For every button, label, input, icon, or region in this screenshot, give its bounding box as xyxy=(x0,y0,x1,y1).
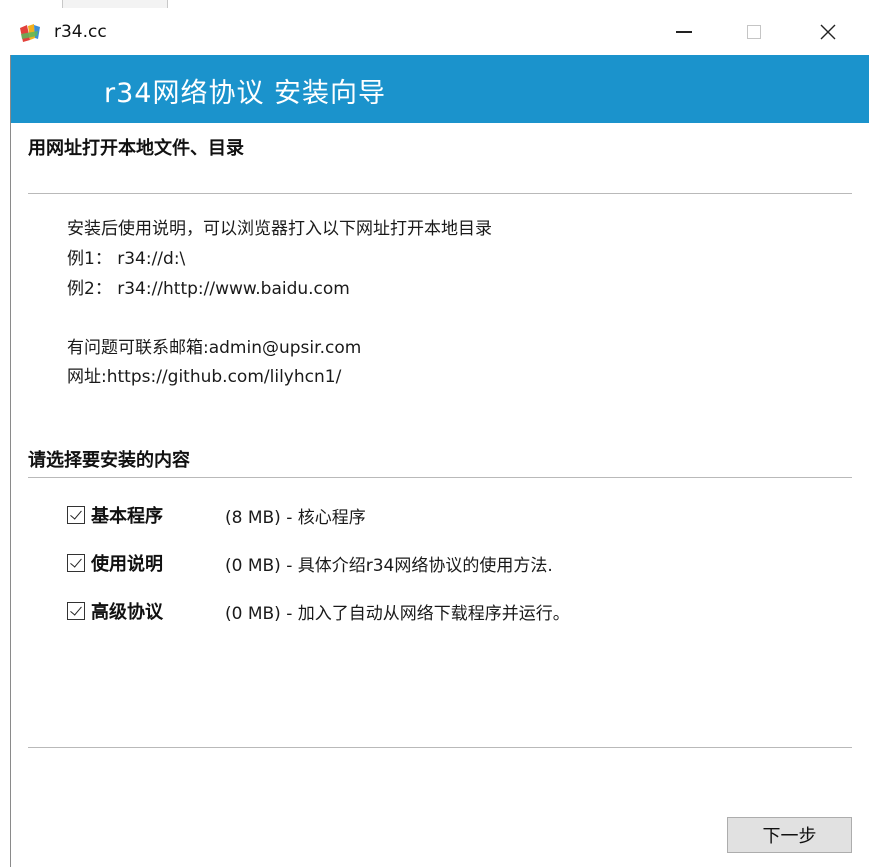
divider-top xyxy=(28,193,852,194)
component-row-docs[interactable]: 使用说明 (0 MB) - 具体介绍r34网络协议的使用方法. xyxy=(67,550,553,576)
components-heading: 请选择要安装的内容 xyxy=(28,450,190,471)
next-button[interactable]: 下一步 xyxy=(727,817,852,853)
maximize-icon xyxy=(747,24,761,39)
window-left-border xyxy=(10,55,11,867)
wizard-header: r34网络协议 安装向导 xyxy=(11,55,869,123)
intro-line-url: 网址:https://github.com/lilyhcn1/ xyxy=(67,367,342,387)
component-desc: (8 MB) - 核心程序 xyxy=(225,507,366,528)
colorful-installer-icon xyxy=(20,24,40,42)
component-name: 基本程序 xyxy=(91,506,163,527)
component-desc: (0 MB) - 具体介绍r34网络协议的使用方法. xyxy=(225,555,553,576)
component-name: 使用说明 xyxy=(91,554,163,575)
component-desc: (0 MB) - 加入了自动从网络下载程序并运行。 xyxy=(225,603,570,624)
checkbox-advanced[interactable] xyxy=(67,602,85,620)
title-bar: r34.cc xyxy=(0,8,869,55)
checkbox-docs[interactable] xyxy=(67,554,85,572)
intro-line-email: 有问题可联系邮箱:admin@upsir.com xyxy=(67,338,362,358)
component-row-basic[interactable]: 基本程序 (8 MB) - 核心程序 xyxy=(67,502,366,528)
intro-line-example2: 例2： r34://http://www.baidu.com xyxy=(67,279,350,299)
intro-line-example1: 例1： r34://d:\ xyxy=(67,249,186,269)
window-title: r34.cc xyxy=(54,22,107,42)
maximize-button[interactable] xyxy=(726,8,782,55)
minimize-button[interactable] xyxy=(656,8,712,55)
component-name: 高级协议 xyxy=(91,602,163,623)
minimize-icon xyxy=(676,30,692,33)
divider-components xyxy=(28,477,852,478)
component-row-advanced[interactable]: 高级协议 (0 MB) - 加入了自动从网络下载程序并运行。 xyxy=(67,598,570,624)
wizard-title: r34网络协议 安装向导 xyxy=(104,78,387,109)
intro-heading: 用网址打开本地文件、目录 xyxy=(28,138,244,159)
close-button[interactable] xyxy=(800,8,856,55)
installer-window: r34.cc r34网络协议 安装向导 用网址打开本地文件、目录 安装后使用说明… xyxy=(0,0,869,867)
checkbox-basic[interactable] xyxy=(67,506,85,524)
divider-bottom xyxy=(28,747,852,748)
intro-line-usage: 安装后使用说明，可以浏览器打入以下网址打开本地目录 xyxy=(67,219,492,239)
close-icon xyxy=(820,24,836,39)
